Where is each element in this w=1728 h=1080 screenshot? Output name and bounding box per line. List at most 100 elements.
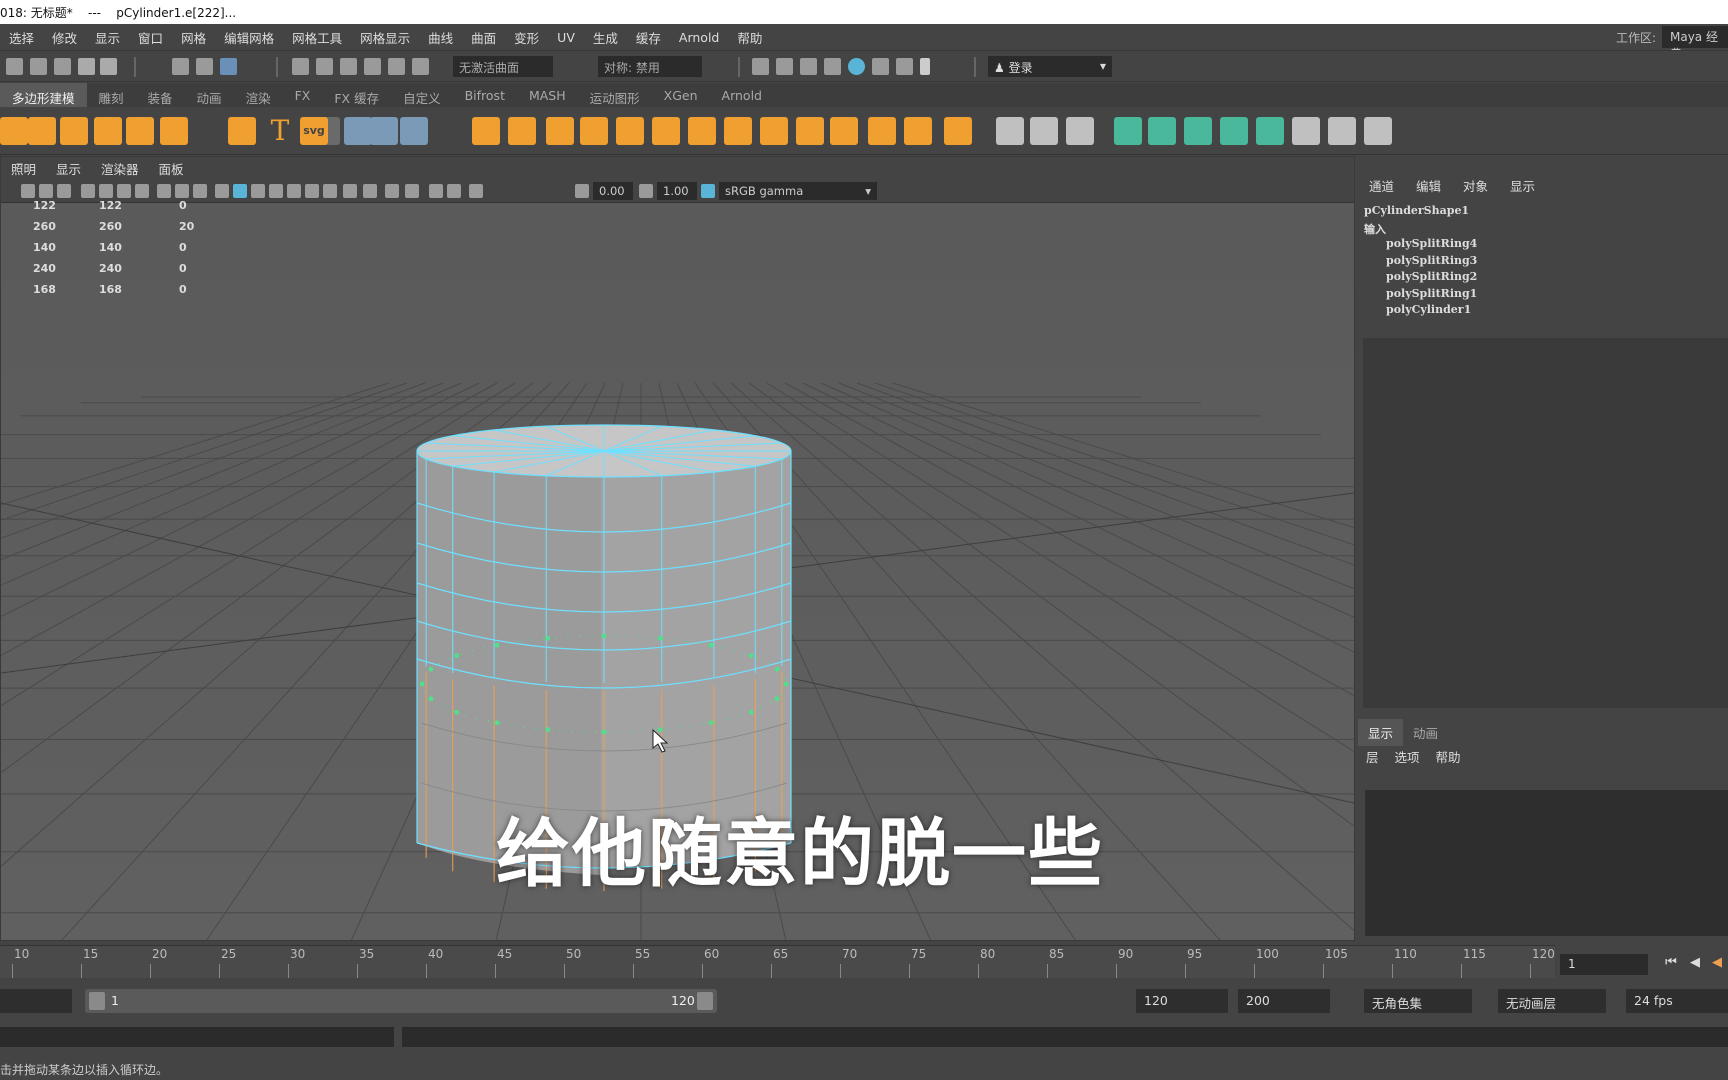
reduce-icon[interactable] — [652, 117, 680, 145]
channel-box-menu-item[interactable]: 对象 — [1452, 176, 1499, 195]
channel-box-menu-item[interactable]: 显示 — [1499, 176, 1546, 195]
menu-item[interactable]: 网格工具 — [283, 28, 351, 47]
shelf-tab[interactable]: Bifrost — [453, 83, 517, 107]
input-node[interactable]: polySplitRing3 — [1364, 254, 1477, 271]
select-hierarchy-icon[interactable] — [172, 58, 189, 75]
ipr-render-icon[interactable] — [800, 58, 817, 75]
select-object-icon[interactable] — [196, 58, 213, 75]
svg-tool-icon[interactable]: svg — [300, 117, 328, 145]
snap-grid-icon[interactable] — [292, 58, 309, 75]
menu-item[interactable]: 生成 — [584, 28, 627, 47]
type-tool-icon[interactable]: T — [266, 117, 294, 145]
menu-item[interactable]: 曲线 — [419, 28, 462, 47]
menu-item[interactable]: 曲面 — [462, 28, 505, 47]
shelf-tab[interactable]: FX — [283, 83, 323, 107]
input-node[interactable]: polyCylinder1 — [1364, 303, 1477, 320]
select-camera-icon[interactable] — [21, 184, 35, 198]
shelf-tab[interactable]: 多边形建模 — [0, 83, 87, 107]
new-scene-icon[interactable] — [6, 58, 23, 75]
pause-icon[interactable] — [920, 58, 930, 75]
offset-loop-icon[interactable] — [796, 117, 824, 145]
layer-editor-tab[interactable]: 显示 — [1358, 719, 1404, 746]
layer-editor-menu-item[interactable]: 选项 — [1387, 743, 1428, 770]
xray-component-icon[interactable] — [429, 184, 443, 198]
menu-item[interactable]: UV — [548, 30, 584, 45]
star-icon[interactable] — [228, 117, 256, 145]
playback-end-field[interactable]: 120 — [1136, 989, 1228, 1013]
open-scene-icon[interactable] — [30, 58, 47, 75]
ambient-occlusion-icon[interactable] — [363, 184, 377, 198]
select-component-icon[interactable] — [220, 58, 237, 75]
menu-item[interactable]: 网格 — [172, 28, 215, 47]
menu-item[interactable]: 变形 — [505, 28, 548, 47]
bridge-icon[interactable] — [508, 117, 536, 145]
save-scene-icon[interactable] — [54, 58, 71, 75]
live-surface-field[interactable]: 无激活曲面 — [453, 56, 553, 77]
uv-spherical-icon[interactable] — [1184, 117, 1212, 145]
light-editor-icon[interactable] — [896, 58, 913, 75]
film-gate-icon[interactable] — [99, 184, 113, 198]
uv-layout-icon[interactable] — [1292, 117, 1320, 145]
workspace-dropdown[interactable]: Maya 经典 — [1662, 26, 1728, 61]
safe-action-icon[interactable] — [175, 184, 189, 198]
target-weld-icon[interactable] — [868, 117, 896, 145]
input-node[interactable]: polySplitRing1 — [1364, 287, 1477, 304]
menu-item[interactable]: 显示 — [86, 28, 129, 47]
uv-cylindrical-icon[interactable] — [1148, 117, 1176, 145]
fps-dropdown[interactable]: 24 fps — [1626, 989, 1728, 1013]
multicut-icon[interactable] — [830, 117, 858, 145]
sphere-icon[interactable] — [0, 117, 28, 145]
motion-blur-icon[interactable] — [385, 184, 399, 198]
bevel-icon[interactable] — [344, 117, 372, 145]
shelf-tab[interactable]: 装备 — [136, 83, 185, 107]
exposure-field[interactable]: 0.00 — [593, 182, 633, 200]
safe-title-icon[interactable] — [193, 184, 207, 198]
shelf-tab[interactable]: 运动图形 — [578, 83, 652, 107]
layer-editor-menu-item[interactable]: 帮助 — [1428, 743, 1469, 770]
time-slider[interactable]: 10 15 20 25 30 35 40 45 50 55 60 65 70 75 80 85 90 95 100 1… — [0, 945, 1555, 978]
menu-item[interactable]: 帮助 — [728, 28, 771, 47]
shelf-tab[interactable]: 动画 — [185, 83, 234, 107]
sculpt-icon[interactable] — [996, 117, 1024, 145]
channel-box-menu-item[interactable]: 通道 — [1358, 176, 1405, 195]
input-node[interactable]: polySplitRing4 — [1364, 237, 1477, 254]
menu-item[interactable]: 缓存 — [627, 28, 670, 47]
measure-icon[interactable] — [1030, 117, 1058, 145]
go-to-start-icon[interactable]: ⏮ — [1664, 956, 1678, 970]
symmetry-dropdown[interactable]: 对称: 禁用 — [598, 56, 702, 77]
shelf-tab[interactable]: 自定义 — [391, 83, 453, 107]
menu-item[interactable]: 修改 — [43, 28, 86, 47]
resolution-gate-icon[interactable] — [117, 184, 131, 198]
collapse-icon[interactable] — [944, 117, 972, 145]
diamond-icon[interactable] — [94, 117, 122, 145]
shape-node[interactable]: pCylinderShape1 — [1364, 204, 1477, 221]
shelf-tab[interactable]: 雕刻 — [87, 83, 136, 107]
aa-icon[interactable] — [447, 184, 461, 198]
shelf-tab[interactable]: Arnold — [710, 83, 774, 107]
anim-start-field[interactable] — [0, 989, 72, 1013]
hypershade-icon[interactable] — [848, 58, 865, 75]
viewport-menu-item[interactable]: 显示 — [46, 159, 91, 178]
shelf-tab[interactable]: FX 缓存 — [322, 83, 391, 107]
render-frame-icon[interactable] — [776, 58, 793, 75]
current-frame-field[interactable]: 1 — [1560, 954, 1648, 975]
uv-planar-icon[interactable] — [1114, 117, 1142, 145]
extrude-icon[interactable] — [472, 117, 500, 145]
use-default-material-icon[interactable] — [251, 184, 265, 198]
snap-view-plane-icon[interactable] — [388, 58, 405, 75]
snap-projected-icon[interactable] — [364, 58, 381, 75]
render-settings-icon[interactable] — [824, 58, 841, 75]
gamma-field[interactable]: 1.00 — [657, 182, 697, 200]
wireframe-icon[interactable] — [215, 184, 229, 198]
smooth-shade-icon[interactable] — [233, 184, 247, 198]
xray-icon[interactable] — [287, 184, 301, 198]
field-chart-icon[interactable] — [157, 184, 171, 198]
snap-curve-icon[interactable] — [316, 58, 333, 75]
shelf-tab[interactable]: MASH — [517, 83, 578, 107]
channel-box-menu-item[interactable]: 编辑 — [1405, 176, 1452, 195]
smooth-icon[interactable] — [616, 117, 644, 145]
triangulate-icon[interactable] — [688, 117, 716, 145]
duplicate-icon[interactable] — [400, 117, 428, 145]
shadows-icon[interactable] — [343, 184, 357, 198]
anim-end-field[interactable]: 200 — [1238, 989, 1330, 1013]
